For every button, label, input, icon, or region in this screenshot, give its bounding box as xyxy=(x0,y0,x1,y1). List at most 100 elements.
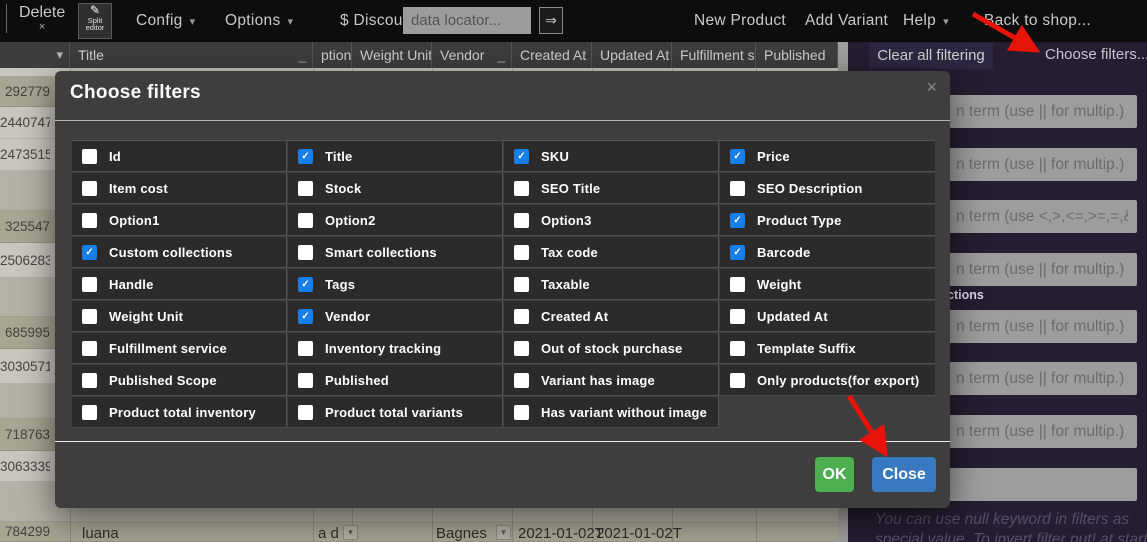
dropdown-icon[interactable]: ▾ xyxy=(343,525,358,540)
checkbox-checked-icon[interactable]: ✓ xyxy=(298,309,313,324)
filter-term-input[interactable] xyxy=(947,415,1137,448)
checkbox-unchecked-icon[interactable] xyxy=(82,181,97,196)
data-locator-go-button[interactable]: ⇒ xyxy=(539,7,563,34)
checkbox-checked-icon[interactable]: ✓ xyxy=(298,149,313,164)
filter-option-has-variant-without-image[interactable]: Has variant without image xyxy=(504,397,719,428)
checkbox-unchecked-icon[interactable] xyxy=(82,277,97,292)
options-menu[interactable]: Options▾ xyxy=(225,12,293,30)
checkbox-checked-icon[interactable]: ✓ xyxy=(730,213,745,228)
filter-option-product-total-variants[interactable]: Product total variants xyxy=(288,397,503,428)
delete-button[interactable]: Delete × xyxy=(6,4,65,33)
created-at-cell[interactable]: 2021-01-02T xyxy=(518,525,604,542)
row-id-cell[interactable]: 685995 xyxy=(0,325,50,340)
vendor-cell[interactable]: Bagnes xyxy=(436,525,487,542)
option-cell[interactable]: a d xyxy=(318,525,339,542)
filter-option-tax-code[interactable]: Tax code xyxy=(504,237,719,268)
row-id-cell[interactable]: 325547 xyxy=(0,219,50,234)
filter-option-option1[interactable]: Option1 xyxy=(72,205,287,236)
checkbox-unchecked-icon[interactable] xyxy=(82,373,97,388)
filter-option-product-type[interactable]: ✓Product Type xyxy=(720,205,935,236)
filter-term-input[interactable] xyxy=(947,468,1137,501)
checkbox-checked-icon[interactable]: ✓ xyxy=(82,245,97,260)
filter-term-input[interactable] xyxy=(947,95,1137,128)
filter-option-handle[interactable]: Handle xyxy=(72,269,287,300)
row-id-cell[interactable]: 3063339 xyxy=(0,459,50,474)
column-header-created-at[interactable]: Created At xyxy=(512,42,592,68)
checkbox-unchecked-icon[interactable] xyxy=(514,405,529,420)
filter-option-custom-collections[interactable]: ✓Custom collections xyxy=(72,237,287,268)
updated-at-cell[interactable]: 2021-01-02T xyxy=(596,525,682,542)
checkbox-unchecked-icon[interactable] xyxy=(514,181,529,196)
filter-option-template-suffix[interactable]: Template Suffix xyxy=(720,333,935,364)
filter-option-taxable[interactable]: Taxable xyxy=(504,269,719,300)
column-header[interactable]: ▾ xyxy=(0,42,70,68)
filter-option-sku[interactable]: ✓SKU xyxy=(504,141,719,172)
column-header-vendor[interactable]: Vendor_ xyxy=(432,42,512,68)
filter-option-out-of-stock-purchase[interactable]: Out of stock purchase xyxy=(504,333,719,364)
checkbox-unchecked-icon[interactable] xyxy=(298,181,313,196)
filter-option-barcode[interactable]: ✓Barcode xyxy=(720,237,935,268)
clear-all-filtering-button[interactable]: Clear all filtering xyxy=(869,43,993,69)
checkbox-unchecked-icon[interactable] xyxy=(514,309,529,324)
checkbox-unchecked-icon[interactable] xyxy=(730,181,745,196)
checkbox-unchecked-icon[interactable] xyxy=(82,213,97,228)
ok-button[interactable]: OK xyxy=(815,457,854,492)
close-icon[interactable]: × xyxy=(926,77,937,98)
filter-option-seo-title[interactable]: SEO Title xyxy=(504,173,719,204)
checkbox-unchecked-icon[interactable] xyxy=(298,245,313,260)
filter-option-tags[interactable]: ✓Tags xyxy=(288,269,503,300)
new-product-button[interactable]: New Product xyxy=(694,12,786,30)
filter-term-input[interactable] xyxy=(947,200,1137,233)
filter-option-published-scope[interactable]: Published Scope xyxy=(72,365,287,396)
checkbox-checked-icon[interactable]: ✓ xyxy=(730,149,745,164)
filter-term-input[interactable] xyxy=(947,310,1137,343)
filter-option-price[interactable]: ✓Price xyxy=(720,141,935,172)
checkbox-unchecked-icon[interactable] xyxy=(514,245,529,260)
column-header-ption[interactable]: ption_ xyxy=(313,42,352,68)
filter-option-published[interactable]: Published xyxy=(288,365,503,396)
filter-option-item-cost[interactable]: Item cost xyxy=(72,173,287,204)
filter-option-created-at[interactable]: Created At xyxy=(504,301,719,332)
help-menu[interactable]: Help▾ xyxy=(903,12,949,30)
checkbox-unchecked-icon[interactable] xyxy=(82,309,97,324)
filter-option-vendor[interactable]: ✓Vendor xyxy=(288,301,503,332)
split-editor-button[interactable]: ✎ Split editor xyxy=(78,3,112,39)
filter-option-seo-description[interactable]: SEO Description xyxy=(720,173,935,204)
filter-term-input[interactable] xyxy=(947,148,1137,181)
checkbox-unchecked-icon[interactable] xyxy=(298,405,313,420)
add-variant-button[interactable]: Add Variant xyxy=(805,12,888,30)
column-header-fulfillment-se[interactable]: Fulfillment se xyxy=(672,42,756,68)
sort-mark-icon[interactable]: _ xyxy=(299,48,306,63)
filter-dropdown-icon[interactable]: ▾ xyxy=(56,47,63,63)
checkbox-unchecked-icon[interactable] xyxy=(514,213,529,228)
row-id-cell[interactable]: 2440747 xyxy=(0,115,50,130)
config-menu[interactable]: Config▾ xyxy=(136,12,195,30)
checkbox-unchecked-icon[interactable] xyxy=(298,341,313,356)
title-cell[interactable]: luana xyxy=(82,525,119,542)
checkbox-checked-icon[interactable]: ✓ xyxy=(730,245,745,260)
row-id-cell[interactable]: 2473515 xyxy=(0,147,50,162)
filter-option-only-products-for-export-[interactable]: Only products(for export) xyxy=(720,365,935,396)
row-id-cell[interactable]: 292779 xyxy=(0,84,50,99)
filter-option-weight[interactable]: Weight xyxy=(720,269,935,300)
checkbox-unchecked-icon[interactable] xyxy=(514,341,529,356)
column-header-weight-unit[interactable]: Weight Unit xyxy=(352,42,432,68)
filter-option-updated-at[interactable]: Updated At xyxy=(720,301,935,332)
filter-term-input[interactable] xyxy=(947,362,1137,395)
filter-option-option3[interactable]: Option3 xyxy=(504,205,719,236)
checkbox-unchecked-icon[interactable] xyxy=(730,341,745,356)
filter-term-input[interactable] xyxy=(947,253,1137,286)
filter-option-stock[interactable]: Stock xyxy=(288,173,503,204)
checkbox-unchecked-icon[interactable] xyxy=(298,373,313,388)
checkbox-unchecked-icon[interactable] xyxy=(82,149,97,164)
sort-mark-icon[interactable]: _ xyxy=(498,48,505,63)
checkbox-unchecked-icon[interactable] xyxy=(730,277,745,292)
checkbox-unchecked-icon[interactable] xyxy=(514,277,529,292)
checkbox-unchecked-icon[interactable] xyxy=(730,373,745,388)
checkbox-unchecked-icon[interactable] xyxy=(82,341,97,356)
checkbox-checked-icon[interactable]: ✓ xyxy=(298,277,313,292)
column-header-title[interactable]: Title_ xyxy=(70,42,313,68)
row-id-cell[interactable]: 3030571 xyxy=(0,359,50,374)
filter-option-inventory-tracking[interactable]: Inventory tracking xyxy=(288,333,503,364)
row-id-cell[interactable]: 718763 xyxy=(0,427,50,442)
